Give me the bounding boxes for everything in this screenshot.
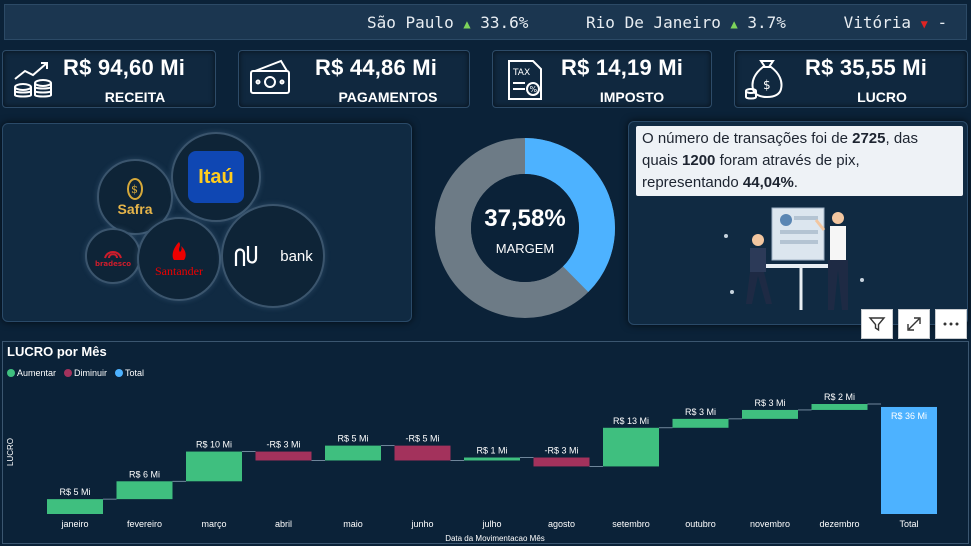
meeting-illustration	[724, 207, 864, 310]
kpi-card-receita[interactable]: R$ 94,60 Mi RECEITA	[2, 50, 216, 108]
kpi-card-pagamentos[interactable]: R$ 44,86 Mi PAGAMENTOS	[238, 50, 470, 108]
itau-logo: Itaú	[171, 132, 261, 222]
kpi-card-lucro[interactable]: $ R$ 35,55 Mi LUCRO	[734, 50, 968, 108]
bar-outubro[interactable]	[672, 418, 729, 428]
banks-panel: $ Safra Itaú bradesco Santander bank	[2, 123, 412, 322]
svg-text:%: %	[530, 85, 538, 94]
margem-donut[interactable]: 37,58% MARGEM	[432, 135, 618, 321]
tax-document-icon: TAX %	[508, 60, 542, 100]
data-label: R$ 1 Mi	[476, 446, 507, 456]
x-tick-label: março	[201, 519, 226, 529]
filter-button[interactable]	[861, 309, 893, 339]
data-label: -R$ 3 Mi	[266, 440, 300, 450]
bar-abril[interactable]	[255, 451, 312, 461]
data-label: R$ 13 Mi	[613, 416, 649, 426]
x-tick-label: junho	[410, 519, 433, 529]
bar-fevereiro[interactable]	[116, 481, 173, 500]
kpi-card-imposto[interactable]: TAX % R$ 14,19 Mi IMPOSTO	[492, 50, 712, 108]
waterfall-svg: LUCRO Data da Movimentacao Mês R$ 5 Mi ja…	[6, 392, 937, 543]
more-options-icon	[943, 322, 959, 326]
ticker-item-sao-paulo: São Paulo ▲ 33.6%	[367, 13, 529, 32]
money-bag-icon: $	[745, 60, 783, 100]
bar-janeiro[interactable]	[47, 499, 103, 514]
data-label: -R$ 3 Mi	[544, 446, 578, 456]
x-tick-label: novembro	[750, 519, 790, 529]
banknotes-icon	[250, 59, 290, 94]
kpi-label: PAGAMENTOS	[338, 89, 438, 105]
x-tick-label: abril	[275, 519, 292, 529]
kpi-value: R$ 14,19 Mi	[561, 55, 684, 80]
bar-julho[interactable]	[464, 457, 520, 461]
data-label: R$ 3 Mi	[685, 407, 716, 417]
ticker-item-rio-de-janeiro: Rio De Janeiro ▲ 3.7%	[586, 13, 786, 32]
svg-text:$: $	[131, 183, 138, 196]
margem-value: 37,58%	[484, 205, 566, 232]
safra-emblem-icon: $	[127, 178, 143, 200]
insight-text: O número de transações foi de 2725, das …	[636, 126, 963, 196]
kpi-label: RECEITA	[104, 89, 166, 105]
margem-label: MARGEM	[495, 241, 555, 256]
x-tick-label: maio	[343, 519, 363, 529]
data-label: R$ 3 Mi	[754, 398, 785, 408]
x-tick-label: outubro	[685, 519, 716, 529]
data-label: R$ 5 Mi	[337, 434, 368, 444]
y-axis-label: LUCRO	[6, 438, 15, 466]
bar-agosto[interactable]	[533, 457, 590, 467]
bar-setembro[interactable]	[603, 427, 659, 467]
x-tick-label: julho	[481, 519, 501, 529]
lucro-por-mes-chart[interactable]: LUCRO por Mês Aumentar Diminuir Total LU…	[2, 341, 969, 544]
filter-icon	[868, 317, 886, 332]
santander-flame-icon	[172, 241, 186, 260]
x-tick-label: dezembro	[819, 519, 859, 529]
data-label: R$ 5 Mi	[59, 487, 90, 497]
focus-mode-icon	[907, 317, 921, 331]
kpi-value: R$ 94,60 Mi	[63, 55, 186, 80]
nubank-logo: bank	[221, 204, 325, 308]
focus-mode-button[interactable]	[898, 309, 930, 339]
data-label: R$ 10 Mi	[196, 440, 232, 450]
bar-maio[interactable]	[325, 445, 381, 461]
arrow-up-icon: ▲	[463, 17, 471, 31]
x-tick-label: agosto	[548, 519, 575, 529]
bar-junho[interactable]	[394, 445, 451, 461]
nubank-nu-icon	[235, 246, 258, 266]
kpi-value: R$ 35,55 Mi	[805, 55, 928, 80]
bar-novembro[interactable]	[742, 409, 798, 419]
data-label: R$ 6 Mi	[129, 469, 160, 479]
bar-março[interactable]	[186, 451, 242, 482]
x-tick-label: Total	[899, 519, 918, 529]
x-axis-label: Data da Movimentacao Mês	[445, 534, 545, 543]
bar-dezembro[interactable]	[811, 404, 868, 410]
svg-text:$: $	[763, 78, 771, 92]
data-label: -R$ 5 Mi	[405, 434, 439, 444]
data-label: R$ 2 Mi	[824, 392, 855, 402]
ticker-item-vitoria: Vitória ▼ -	[843, 13, 948, 32]
bradesco-logo: bradesco	[85, 228, 141, 284]
revenue-chart-coins-icon	[14, 62, 52, 98]
more-options-button[interactable]	[935, 309, 967, 339]
bradesco-tree-icon	[104, 251, 122, 259]
x-tick-label: janeiro	[60, 519, 88, 529]
santander-logo: Santander	[137, 217, 221, 301]
bar-total[interactable]	[881, 406, 937, 514]
arrow-down-icon: ▼	[920, 17, 928, 31]
svg-text:TAX: TAX	[512, 68, 530, 78]
x-tick-label: fevereiro	[127, 519, 162, 529]
ticker-bar: São Paulo ▲ 33.6% Rio De Janeiro ▲ 3.7% …	[4, 4, 967, 40]
kpi-label: IMPOSTO	[599, 89, 665, 105]
data-label: R$ 36 Mi	[891, 411, 927, 421]
kpi-value: R$ 44,86 Mi	[315, 55, 438, 80]
x-tick-label: setembro	[612, 519, 650, 529]
kpi-label: LUCRO	[857, 89, 907, 105]
arrow-up-icon: ▲	[730, 17, 738, 31]
